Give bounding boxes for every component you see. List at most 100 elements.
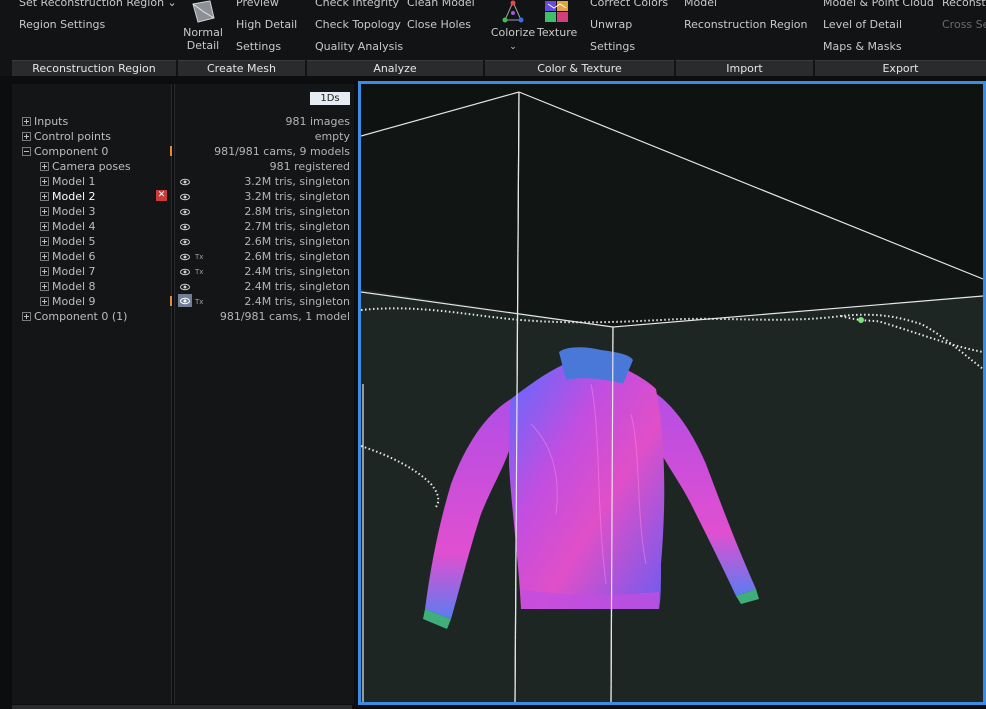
eye-icon[interactable] <box>180 267 190 277</box>
value-model-1: 3.2M tris, singleton <box>244 175 350 188</box>
tree-item-component-0[interactable]: Component 0 <box>22 144 108 159</box>
texture-indicator-icon: Tx <box>195 253 204 261</box>
group-label-export: Export <box>815 60 986 76</box>
expand-icon[interactable] <box>22 312 31 321</box>
unwrap-button[interactable]: Unwrap <box>590 18 632 31</box>
export-maps-masks-button[interactable]: Maps & Masks <box>823 40 902 53</box>
value-camera-poses: 981 registered <box>269 160 350 173</box>
value-control-points: empty <box>314 130 350 143</box>
texture-settings-button[interactable]: Settings <box>590 40 635 53</box>
texture-button[interactable]: Texture <box>537 0 577 39</box>
eye-icon[interactable] <box>180 237 190 247</box>
group-analyze: Check Integrity Check Topology Quality A… <box>307 0 483 76</box>
value-model-9: 2.4M tris, singleton <box>244 295 350 308</box>
value-model-7: 2.4M tris, singleton <box>244 265 350 278</box>
expand-icon[interactable] <box>22 117 31 126</box>
expand-icon[interactable] <box>40 192 49 201</box>
tree-item-model-7[interactable]: Model 7 <box>40 264 96 279</box>
value-inputs: 981 images <box>285 115 351 128</box>
tree-item-inputs[interactable]: Inputs <box>22 114 68 129</box>
group-label-reconstruction-region: Reconstruction Region <box>12 60 176 76</box>
eye-icon[interactable] <box>180 192 190 202</box>
chevron-down-icon: ⌄ <box>509 42 517 52</box>
tree-item-model-1[interactable]: Model 1 <box>40 174 96 189</box>
correct-colors-button[interactable]: Correct Colors <box>590 0 668 9</box>
expand-icon[interactable] <box>40 237 49 246</box>
viewport-scene <box>361 91 983 702</box>
value-component-0-1: 981/981 cams, 1 model <box>219 310 350 323</box>
tree-item-model-8[interactable]: Model 8 <box>40 279 96 294</box>
tree-item-model-5[interactable]: Model 5 <box>40 234 96 249</box>
texture-indicator-icon: Tx <box>195 298 204 306</box>
expand-icon[interactable] <box>22 132 31 141</box>
expand-icon[interactable] <box>40 267 49 276</box>
project-tree-panel: Inputs Control points Component 0 Camera… <box>12 84 172 704</box>
texture-indicator-icon: Tx <box>195 268 204 276</box>
horizontal-scrollbar[interactable] <box>12 705 352 709</box>
group-export: Model & Point Cloud Level of Detail Maps… <box>815 0 986 76</box>
expand-icon[interactable] <box>40 297 49 306</box>
colorize-button[interactable]: Colorize ⌄ <box>489 0 537 54</box>
value-model-6: 2.6M tris, singleton <box>244 250 350 263</box>
status-badge: 1Ds <box>310 92 350 105</box>
high-detail-button[interactable]: High Detail <box>236 18 297 31</box>
value-component-0: 981/981 cams, 9 models <box>214 145 350 158</box>
eye-icon[interactable] <box>180 207 190 217</box>
texture-icon <box>545 1 568 22</box>
preview-button[interactable]: Preview <box>236 0 279 9</box>
eye-icon[interactable] <box>180 282 190 292</box>
export-model-point-cloud-button[interactable]: Model & Point Cloud <box>823 0 934 9</box>
eye-icon[interactable] <box>180 177 190 187</box>
export-cross-section-button[interactable]: Cross Se <box>942 18 986 31</box>
tree-item-model-3[interactable]: Model 3 <box>40 204 96 219</box>
tree-item-component-0-1[interactable]: Component 0 (1) <box>22 309 127 324</box>
group-label-color-texture: Color & Texture <box>485 60 674 76</box>
camera-marker <box>858 317 864 323</box>
expand-icon[interactable] <box>40 177 49 186</box>
mesh-settings-button[interactable]: Settings <box>236 40 281 53</box>
expand-icon[interactable] <box>40 222 49 231</box>
import-reconstruction-region-button[interactable]: Reconstruction Region <box>684 18 807 31</box>
close-holes-button[interactable]: Close Holes <box>407 18 471 31</box>
value-model-8: 2.4M tris, singleton <box>244 280 350 293</box>
collapse-icon[interactable] <box>22 147 31 156</box>
clean-model-button[interactable]: Clean Model <box>407 0 475 9</box>
close-icon[interactable]: ✕ <box>156 190 167 201</box>
mesh-icon <box>192 0 215 23</box>
group-color-texture: Colorize ⌄ Texture Correct Colors Unwrap… <box>485 0 674 76</box>
group-reconstruction-region: Set Reconstruction Region ⌄ Region Setti… <box>12 0 177 76</box>
expand-icon[interactable] <box>40 162 49 171</box>
export-level-of-detail-button[interactable]: Level of Detail <box>823 18 902 31</box>
tree-item-model-4[interactable]: Model 4 <box>40 219 96 234</box>
properties-value-panel: 1Ds 981 images empty 981/981 cams, 9 mod… <box>174 84 354 704</box>
tree-item-camera-poses[interactable]: Camera poses <box>40 159 131 174</box>
tree-item-control-points[interactable]: Control points <box>22 129 111 144</box>
group-label-create-mesh: Create Mesh <box>178 60 305 76</box>
chevron-down-icon: ⌄ <box>167 0 177 9</box>
expand-icon[interactable] <box>40 252 49 261</box>
eye-icon[interactable] <box>180 252 190 262</box>
tree-item-model-6[interactable]: Model 6 <box>40 249 96 264</box>
import-model-button[interactable]: Model <box>684 0 717 9</box>
export-reconstruction-button[interactable]: Reconstr <box>942 0 986 9</box>
value-model-2: 3.2M tris, singleton <box>244 190 350 203</box>
check-integrity-button[interactable]: Check Integrity <box>315 0 399 9</box>
ribbon-toolbar: Set Reconstruction Region ⌄ Region Setti… <box>0 0 986 76</box>
eye-icon[interactable] <box>180 222 190 232</box>
value-model-3: 2.8M tris, singleton <box>244 205 350 218</box>
tree-item-model-2[interactable]: Model 2 <box>40 189 96 204</box>
tree-item-model-9[interactable]: Model 9 <box>40 294 96 309</box>
active-marker <box>170 146 172 156</box>
3d-viewport[interactable] <box>358 81 986 705</box>
group-label-analyze: Analyze <box>307 60 483 76</box>
expand-icon[interactable] <box>40 207 49 216</box>
expand-icon[interactable] <box>40 282 49 291</box>
check-topology-button[interactable]: Check Topology <box>315 18 401 31</box>
quality-analysis-button[interactable]: Quality Analysis <box>315 40 403 53</box>
normal-detail-button[interactable]: Normal Detail <box>182 0 224 52</box>
set-reconstruction-region-button[interactable]: Set Reconstruction Region ⌄ <box>19 0 177 9</box>
region-settings-button[interactable]: Region Settings <box>19 18 105 31</box>
group-create-mesh: Normal Detail Preview High Detail Settin… <box>178 0 305 76</box>
eye-icon[interactable] <box>180 296 190 306</box>
group-label-import: Import <box>676 60 813 76</box>
